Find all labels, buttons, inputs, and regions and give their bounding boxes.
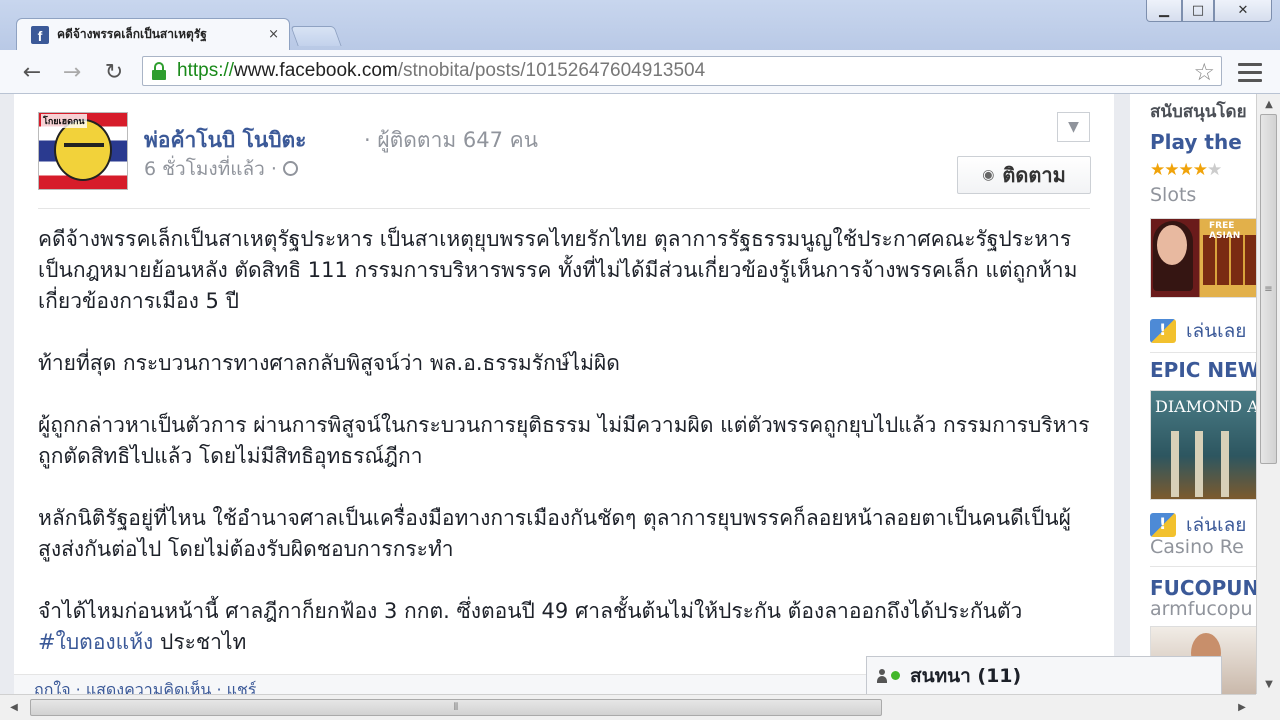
post-options-chevron-icon[interactable]: ▼ [1057, 112, 1090, 142]
window-titlebar: ▁ □ ✕ f คดีจ้างพรรคเล็กเป็นสาเหตุรัฐ × [0, 0, 1280, 50]
url-text[interactable]: https://www.facebook.com/stnobita/posts/… [177, 60, 705, 82]
ad-subtitle: armfucopu [1150, 598, 1253, 620]
facebook-post: โกยเฮดกน พ่อค้าโนบิ โนบิตะ · ผู้ติดตาม 6… [14, 94, 1114, 694]
follower-count: · ผู้ติดตาม 647 คน [364, 128, 539, 152]
browser-tab[interactable]: f คดีจ้างพรรคเล็กเป็นสาเหตุรัฐ × [16, 18, 290, 50]
browser-toolbar: ← → ↻ https://www.facebook.com/stnobita/… [0, 50, 1280, 94]
post-paragraph: ท้ายที่สุด กระบวนการทางศาลกลับพิสูจน์ว่า… [38, 351, 620, 375]
rss-icon: ◉ [982, 167, 995, 183]
post-paragraph-text: จำได้ไหมก่อนหน้านี้ ศาลฎีกาก็ยกฟ้อง 3 กก… [38, 599, 1023, 623]
vertical-scroll-thumb[interactable]: ≡ [1260, 114, 1277, 464]
scroll-up-arrow-icon[interactable]: ▲ [1257, 94, 1280, 114]
globe-icon [282, 161, 298, 176]
back-button[interactable]: ← [18, 58, 46, 86]
post-paragraph: ผู้ถูกกล่าวหาเป็นตัวการ ผ่านการพิสูจน์ใน… [38, 413, 1090, 468]
post-paragraph: หลักนิติรัฐอยู่ที่ไหน ใช้อำนาจศาลเป็นเคร… [38, 506, 1071, 561]
facebook-favicon-icon: f [31, 25, 49, 44]
bookmark-star-icon[interactable]: ☆ [1193, 58, 1215, 86]
follow-button[interactable]: ◉ ติดตาม [957, 156, 1091, 194]
scroll-down-arrow-icon[interactable]: ▼ [1257, 674, 1280, 694]
post-paragraph: คดีจ้างพรรคเล็กเป็นสาเหตุรัฐประหาร เป็นส… [38, 227, 1078, 313]
scroll-left-arrow-icon[interactable]: ◀ [2, 695, 26, 719]
ad-image-title: DIAMOND ATHENS [1155, 397, 1256, 416]
timestamp-text: 6 ชั่วโมงที่แล้ว · [144, 158, 277, 180]
avatar[interactable]: โกยเฮดกน [38, 112, 128, 190]
ad-title[interactable]: EPIC NEW [1150, 358, 1256, 382]
url-scheme: https:// [177, 60, 235, 81]
tab-title: คดีจ้างพรรคเล็กเป็นสาเหตุรัฐ [57, 27, 207, 41]
maximize-button[interactable]: □ [1182, 0, 1214, 22]
ad-image-tag: FREE ASIAN [1209, 221, 1241, 241]
url-path: /stnobita/posts/10152647604913504 [397, 60, 706, 81]
sidebar-divider [1150, 566, 1256, 567]
ad-category: Slots [1150, 184, 1197, 206]
post-timestamp[interactable]: 6 ชั่วโมงที่แล้ว · [144, 154, 298, 184]
horizontal-scrollbar[interactable]: ◀ ⦀ ▶ [0, 694, 1256, 720]
new-tab-button[interactable] [290, 26, 342, 46]
post-paragraph: จำได้ไหมก่อนหน้านี้ ศาลฎีกาก็ยกฟ้อง 3 กก… [38, 596, 1098, 658]
app-cube-icon [1150, 319, 1176, 343]
horizontal-scroll-thumb[interactable]: ⦀ [30, 699, 882, 716]
follow-button-label: ติดตาม [1002, 163, 1066, 187]
online-status-icon [891, 671, 900, 680]
forward-button[interactable]: → [58, 58, 86, 86]
minimize-button[interactable]: ▁ [1146, 0, 1182, 22]
avatar-logo-text: โกยเฮดกน [41, 114, 87, 128]
lock-icon [151, 62, 167, 80]
star-rating-icon: ★★★★★ [1150, 160, 1222, 180]
ad-image[interactable]: FREE ASIAN [1150, 218, 1256, 298]
chat-label: สนทนา (11) [910, 664, 1022, 687]
post-author-link[interactable]: พ่อค้าโนบิ โนบิตะ [144, 124, 306, 157]
address-bar[interactable]: https://www.facebook.com/stnobita/posts/… [142, 56, 1222, 86]
ad-title[interactable]: FUCOPUN [1150, 576, 1256, 600]
page-viewport: โกยเฮดกน พ่อค้าโนบิ โนบิตะ · ผู้ติดตาม 6… [0, 94, 1256, 694]
close-window-button[interactable]: ✕ [1214, 0, 1272, 22]
scrollbar-corner [1256, 694, 1280, 720]
scroll-right-arrow-icon[interactable]: ▶ [1230, 695, 1254, 719]
ad-subtitle: Casino Re [1150, 536, 1244, 558]
sidebar-gutter [1120, 94, 1130, 694]
tab-close-icon[interactable]: × [268, 27, 279, 42]
play-now-label: เล่นเลย [1186, 320, 1247, 342]
url-host: www.facebook.com [234, 60, 398, 81]
sidebar-divider [1150, 352, 1256, 353]
header-divider [38, 208, 1090, 209]
post-body: คดีจ้างพรรคเล็กเป็นสาเหตุรัฐประหาร เป็นส… [38, 224, 1098, 689]
post-paragraph-tail: ประชาไท [160, 630, 247, 654]
hashtag-link[interactable]: #ใบตองแห้ง [38, 630, 153, 654]
chrome-menu-icon[interactable] [1238, 60, 1262, 84]
reload-button[interactable]: ↻ [100, 58, 128, 86]
ad-title[interactable]: Play the [1150, 130, 1242, 154]
play-now-link[interactable]: เล่นเลย [1150, 316, 1246, 346]
ad-image[interactable]: DIAMOND ATHENS [1150, 390, 1256, 500]
vertical-scrollbar[interactable]: ▲ ≡ ▼ [1256, 94, 1280, 694]
cartoon-face-icon [54, 119, 112, 181]
sponsored-header: สนับสนุนโดย [1150, 102, 1247, 122]
app-cube-icon [1150, 513, 1176, 537]
window-controls: ▁ □ ✕ [1146, 0, 1272, 22]
chat-sidebar-tab[interactable]: สนทนา (11) [866, 656, 1222, 694]
person-icon [877, 668, 887, 683]
right-sidebar-ads: สนับสนุนโดย Play the ★★★★★ Slots FREE AS… [1120, 94, 1256, 694]
